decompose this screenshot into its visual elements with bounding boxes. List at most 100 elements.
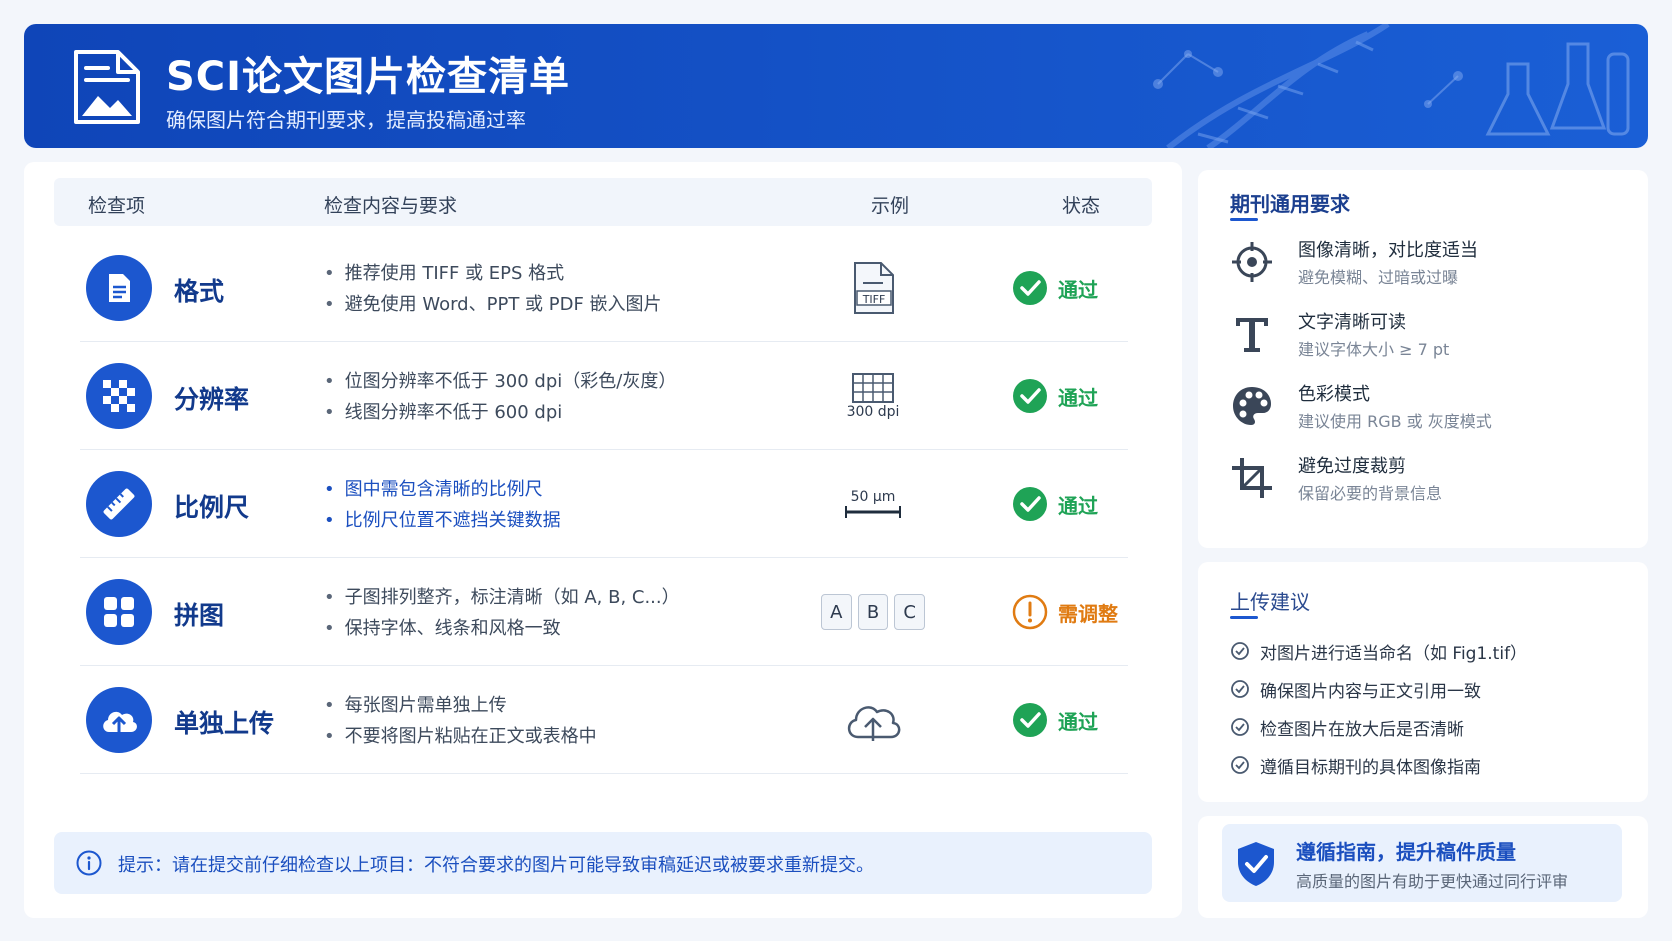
heading-underline <box>1230 616 1258 619</box>
column-header-example: 示例 <box>871 195 910 217</box>
status-badge: 需调整 <box>1012 594 1118 630</box>
row-example: TIFF <box>818 252 928 324</box>
check-outline-icon <box>1231 642 1249 660</box>
bullet-item: 保持字体、线条和风格一致 <box>324 613 680 644</box>
row-badge <box>86 687 152 753</box>
table-row: 格式 推荐使用 TIFF 或 EPS 格式 避免使用 Word、PPT 或 PD… <box>80 234 1128 342</box>
upload-suggestions-card: 上传建议 对图片进行适当命名（如 Fig1.tif） 确保图片内容与正文引用一致… <box>1198 562 1648 802</box>
check-circle-icon <box>1013 379 1047 413</box>
bullet-item: 线图分辨率不低于 600 dpi <box>324 397 676 428</box>
crop-icon <box>1232 458 1272 498</box>
table-row: 比例尺 图中需包含清晰的比例尺 比例尺位置不遮挡关键数据 50 μm 通过 <box>80 450 1128 558</box>
upload-heading: 上传建议 <box>1230 590 1310 614</box>
requirement-title: 避免过度裁剪 <box>1298 456 1406 477</box>
palette-icon <box>1233 387 1271 425</box>
bullet-item: 子图排列整齐，标注清晰（如 A, B, C...） <box>324 582 680 613</box>
row-bullets: 推荐使用 TIFF 或 EPS 格式 避免使用 Word、PPT 或 PDF 嵌… <box>324 258 662 320</box>
panel-label-b: B <box>857 594 889 630</box>
upload-item-text: 检查图片在放大后是否清晰 <box>1260 719 1464 740</box>
row-example <box>818 684 928 756</box>
check-outline-icon <box>1231 756 1249 774</box>
page: SCI论文图片检查清单 确保图片符合期刊要求，提高投稿通过率 检查项 检查内容与… <box>0 0 1672 941</box>
cloud-upload-outline-icon <box>847 706 901 741</box>
table-header: 检查项 检查内容与要求 示例 状态 <box>54 178 1152 226</box>
status-label: 通过 <box>1058 277 1098 302</box>
status-badge: 通过 <box>1012 378 1098 414</box>
upload-item-text: 确保图片内容与正文引用一致 <box>1260 681 1481 702</box>
table-row: 单独上传 每张图片需单独上传 不要将图片粘贴在正文或表格中 通过 <box>80 666 1128 774</box>
upload-item: 检查图片在放大后是否清晰 <box>1230 714 1464 740</box>
requirement-desc: 建议字体大小 ≥ 7 pt <box>1298 340 1450 359</box>
bullet-item: 图中需包含清晰的比例尺 <box>324 474 561 505</box>
requirement-title: 图像清晰，对比度适当 <box>1298 240 1478 261</box>
info-icon <box>76 850 102 876</box>
status-label: 需调整 <box>1058 601 1118 626</box>
requirement-item: 文字清晰可读 建议字体大小 ≥ 7 pt <box>1230 306 1630 364</box>
page-title: SCI论文图片检查清单 <box>166 54 571 100</box>
requirement-item: 色彩模式 建议使用 RGB 或 灰度模式 <box>1230 378 1630 436</box>
requirement-title: 文字清晰可读 <box>1298 312 1406 333</box>
shield-check-icon <box>1238 842 1274 886</box>
upload-item-text: 遵循目标期刊的具体图像指南 <box>1260 757 1481 778</box>
row-name: 格式 <box>174 277 225 306</box>
quality-title: 遵循指南，提升稿件质量 <box>1296 840 1516 864</box>
row-example: 300 dpi <box>818 360 928 432</box>
tiff-label: TIFF <box>862 293 886 306</box>
cloud-upload-icon <box>103 711 137 732</box>
tiff-file-icon: TIFF <box>854 262 894 314</box>
tip-text: 提示：请在提交前仔细检查以上项目：不符合要求的图片可能导致审稿延迟或被要求重新提… <box>118 855 874 876</box>
status-label: 通过 <box>1058 385 1098 410</box>
row-badge <box>86 255 152 321</box>
quality-card: 遵循指南，提升稿件质量 高质量的图片有助于更快通过同行评审 <box>1198 816 1648 918</box>
upload-item: 遵循目标期刊的具体图像指南 <box>1230 752 1481 778</box>
column-header-item: 检查项 <box>88 195 146 217</box>
bullet-item: 不要将图片粘贴在正文或表格中 <box>324 721 597 752</box>
requirement-desc: 避免模糊、过暗或过曝 <box>1298 268 1459 287</box>
row-bullets: 图中需包含清晰的比例尺 比例尺位置不遮挡关键数据 <box>324 474 561 536</box>
text-t-icon <box>1236 318 1268 352</box>
tip-banner: 提示：请在提交前仔细检查以上项目：不符合要求的图片可能导致审稿延迟或被要求重新提… <box>54 832 1152 894</box>
requirements-heading: 期刊通用要求 <box>1230 192 1350 216</box>
row-bullets: 位图分辨率不低于 300 dpi（彩色/灰度） 线图分辨率不低于 600 dpi <box>324 366 677 428</box>
document-icon <box>109 274 130 302</box>
column-header-status: 状态 <box>1062 195 1101 217</box>
panel-label-c: C <box>894 594 926 630</box>
status-label: 通过 <box>1058 493 1098 518</box>
column-header-content: 检查内容与要求 <box>324 195 458 217</box>
check-circle-icon <box>1013 271 1047 305</box>
quality-desc: 高质量的图片有助于更快通过同行评审 <box>1296 872 1569 891</box>
status-badge: 通过 <box>1012 702 1098 738</box>
scale-bar-label: 50 μm <box>850 489 896 505</box>
row-name: 单独上传 <box>174 709 275 738</box>
page-subtitle: 确保图片符合期刊要求，提高投稿通过率 <box>166 108 526 132</box>
row-name: 拼图 <box>174 601 225 630</box>
row-name: 分辨率 <box>174 385 250 414</box>
checklist-card: 检查项 检查内容与要求 示例 状态 格式 推荐使用 TIFF 或 EPS 格式 … <box>24 162 1182 918</box>
upload-item-text: 对图片进行适当命名（如 Fig1.tif） <box>1260 643 1528 664</box>
row-badge <box>86 471 152 537</box>
row-bullets: 每张图片需单独上传 不要将图片粘贴在正文或表格中 <box>324 690 597 752</box>
status-label: 通过 <box>1058 709 1098 734</box>
example-label: 300 dpi <box>846 404 900 420</box>
table-row: 分辨率 位图分辨率不低于 300 dpi（彩色/灰度） 线图分辨率不低于 600… <box>80 342 1128 450</box>
status-badge: 通过 <box>1012 486 1098 522</box>
row-bullets: 子图排列整齐，标注清晰（如 A, B, C...） 保持字体、线条和风格一致 <box>324 582 680 644</box>
dna-decoration-icon <box>1153 24 1630 148</box>
check-outline-icon <box>1231 718 1249 736</box>
bullet-item: 推荐使用 TIFF 或 EPS 格式 <box>324 258 662 289</box>
panel-label-a: A <box>821 594 852 630</box>
warning-circle-icon <box>1012 594 1048 630</box>
header-banner: SCI论文图片检查清单 确保图片符合期刊要求，提高投稿通过率 <box>24 24 1648 148</box>
requirements-card: 期刊通用要求 图像清晰，对比度适当 避免模糊、过暗或过曝 文字清晰可读 建议字体… <box>1198 170 1648 548</box>
bullet-item: 位图分辨率不低于 300 dpi（彩色/灰度） <box>324 366 677 397</box>
check-circle-icon <box>1013 487 1047 521</box>
bullet-item: 比例尺位置不遮挡关键数据 <box>324 505 561 536</box>
grid-icon <box>852 373 894 403</box>
heading-underline <box>1230 218 1258 221</box>
status-badge: 通过 <box>1012 270 1098 306</box>
row-badge <box>86 579 152 645</box>
requirement-title: 色彩模式 <box>1298 384 1370 405</box>
row-example: 50 μm <box>818 468 928 540</box>
requirement-desc: 建议使用 RGB 或 灰度模式 <box>1298 412 1492 431</box>
requirement-item: 避免过度裁剪 保留必要的背景信息 <box>1230 450 1630 508</box>
